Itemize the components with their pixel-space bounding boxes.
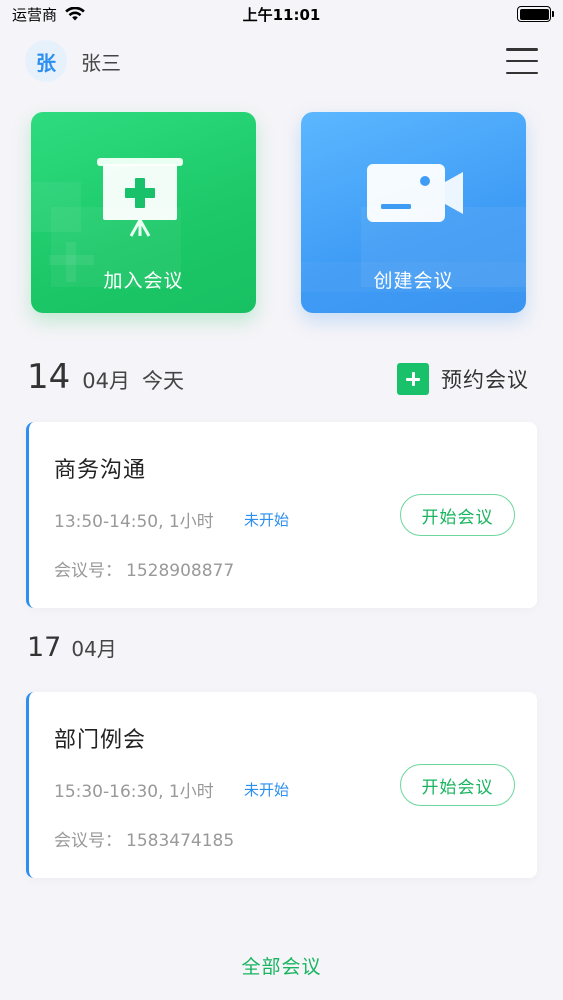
user-name[interactable]: 张三 bbox=[81, 47, 121, 76]
meeting-status-badge: 未开始 bbox=[244, 511, 290, 529]
meeting-card[interactable]: 商务沟通 13:50-14:50, 1小时 未开始 会议号： 1528908877… bbox=[26, 422, 537, 608]
meeting-title: 部门例会 bbox=[54, 728, 147, 753]
date-header-today: 14 04月 今天 bbox=[27, 357, 184, 397]
create-meeting-button[interactable]: 创建会议 bbox=[301, 112, 526, 313]
status-bar: 运营商 上午11:01 bbox=[0, 0, 563, 28]
join-meeting-button[interactable]: 加入会议 bbox=[31, 112, 256, 313]
battery-level bbox=[519, 8, 549, 20]
menu-icon[interactable] bbox=[506, 48, 538, 74]
plus-icon bbox=[397, 363, 429, 395]
create-meeting-label: 创建会议 bbox=[373, 270, 454, 292]
status-left: 运营商 bbox=[12, 4, 85, 25]
today-label: 今天 bbox=[142, 369, 184, 393]
schedule-meeting-button[interactable]: 预约会议 bbox=[397, 363, 529, 395]
schedule-meeting-label: 预约会议 bbox=[441, 368, 529, 392]
meeting-time: 15:30-16:30, 1小时 bbox=[54, 782, 214, 802]
avatar[interactable]: 张 bbox=[25, 40, 67, 82]
start-meeting-button[interactable]: 开始会议 bbox=[400, 494, 515, 536]
meeting-status-badge: 未开始 bbox=[244, 781, 290, 799]
date-month: 04月 bbox=[82, 369, 130, 393]
meeting-id-value: 1583474185 bbox=[126, 831, 235, 851]
battery-icon bbox=[517, 6, 554, 22]
carrier-label: 运营商 bbox=[12, 5, 58, 24]
date-day: 17 bbox=[27, 632, 62, 663]
start-meeting-button[interactable]: 开始会议 bbox=[400, 764, 515, 806]
meeting-id-label: 会议号： bbox=[54, 831, 122, 851]
date-month: 04月 bbox=[71, 637, 117, 661]
date-day: 14 bbox=[27, 357, 71, 397]
date-header: 17 04月 bbox=[27, 632, 117, 663]
header: 张 张三 bbox=[0, 36, 563, 86]
meeting-time: 13:50-14:50, 1小时 bbox=[54, 512, 214, 532]
meeting-id-label: 会议号： bbox=[54, 561, 122, 581]
join-meeting-label: 加入会议 bbox=[103, 270, 184, 292]
menu-line bbox=[506, 71, 538, 74]
meeting-card[interactable]: 部门例会 15:30-16:30, 1小时 未开始 会议号： 1583474185… bbox=[26, 692, 537, 878]
meeting-title: 商务沟通 bbox=[54, 458, 147, 483]
all-meetings-link[interactable]: 全部会议 bbox=[0, 952, 563, 979]
meeting-id: 会议号： 1528908877 bbox=[54, 556, 234, 581]
meeting-id: 会议号： 1583474185 bbox=[54, 826, 234, 851]
menu-line bbox=[506, 59, 538, 63]
meeting-id-value: 1528908877 bbox=[126, 561, 235, 581]
wifi-icon bbox=[65, 7, 85, 21]
menu-line bbox=[506, 48, 538, 51]
